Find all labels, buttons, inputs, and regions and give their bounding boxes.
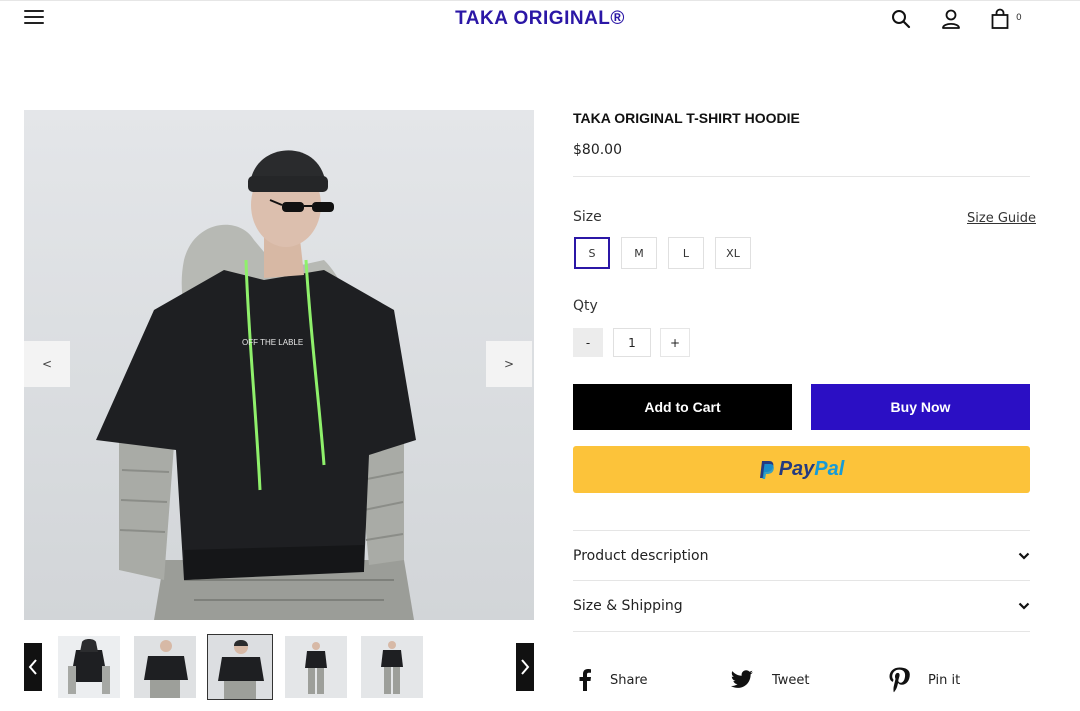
accordion-label: Product description	[573, 548, 709, 564]
share-facebook-link[interactable]: Share	[578, 665, 648, 695]
pinterest-icon	[889, 667, 910, 693]
size-option-xl[interactable]: XL	[715, 237, 751, 269]
paypal-pal-text: Pal	[814, 458, 845, 480]
thumbnail-hoodie-back	[58, 636, 120, 698]
thumbnail-2[interactable]	[134, 636, 196, 698]
main-product-image[interactable]: OFF THE LABLE < >	[24, 110, 534, 620]
facebook-icon	[579, 669, 591, 691]
chevron-right-icon: >	[503, 357, 515, 371]
minus-icon: -	[585, 335, 591, 350]
size-guide-link[interactable]: Size Guide	[967, 211, 1036, 226]
accordion-label: Size & Shipping	[573, 598, 683, 614]
qty-decrease-button[interactable]: -	[573, 328, 603, 357]
chevron-left-icon: <	[41, 357, 53, 371]
size-option-m[interactable]: M	[621, 237, 657, 269]
size-label: Size	[573, 209, 602, 225]
thumbnail-full-body-side	[361, 636, 423, 698]
size-option-label: M	[634, 246, 644, 260]
chevron-left-icon	[28, 659, 37, 675]
site-header: TAKA ORIGINAL® 0	[0, 0, 1080, 40]
search-icon[interactable]	[890, 8, 912, 30]
gallery-next-button[interactable]: >	[486, 341, 532, 387]
thumbnail-1[interactable]	[58, 636, 120, 698]
price-divider	[573, 176, 1030, 177]
thumbnails-next-button[interactable]	[516, 643, 534, 691]
chevron-right-icon	[521, 659, 530, 675]
plus-icon: +	[669, 335, 681, 350]
brand-logo: TAKA ORIGINAL®	[0, 8, 1080, 30]
size-option-l[interactable]: L	[668, 237, 704, 269]
size-option-label: XL	[726, 246, 740, 260]
size-option-label: L	[682, 246, 690, 260]
paypal-button[interactable]: PayPal	[573, 446, 1030, 493]
product-title: TAKA ORIGINAL T-SHIRT HOODIE	[573, 110, 800, 126]
brand-link[interactable]: TAKA ORIGINAL®	[455, 8, 625, 29]
accordion-size-shipping[interactable]: Size & Shipping	[573, 581, 1030, 631]
share-twitter-label: Tweet	[772, 672, 810, 688]
thumbnail-3[interactable]	[207, 634, 273, 700]
paypal-logo-icon	[759, 460, 774, 479]
add-to-cart-button[interactable]: Add to Cart	[573, 384, 792, 430]
share-pinterest-link[interactable]: Pin it	[888, 665, 960, 695]
cart-count-badge: 0	[1016, 13, 1022, 23]
qty-label: Qty	[573, 298, 598, 314]
thumbnail-model-current	[208, 635, 272, 699]
thumbnails-prev-button[interactable]	[24, 643, 42, 691]
thumbnail-full-body	[285, 636, 347, 698]
shopping-bag-icon[interactable]	[989, 8, 1011, 30]
accordion-bottom-divider	[573, 631, 1030, 632]
thumbnail-model-front	[134, 636, 196, 698]
share-pinterest-label: Pin it	[928, 672, 961, 688]
gallery-prev-button[interactable]: <	[24, 341, 70, 387]
chevron-down-icon	[1018, 602, 1030, 610]
qty-input[interactable]	[613, 328, 651, 357]
share-twitter-link[interactable]: Tweet	[730, 665, 810, 695]
buy-now-button[interactable]: Buy Now	[811, 384, 1030, 430]
chevron-down-icon	[1018, 552, 1030, 560]
chest-print-text: OFF THE LABLE	[242, 338, 303, 347]
header-top-border	[0, 0, 1080, 1]
share-facebook-label: Share	[610, 672, 648, 688]
product-price: $80.00	[573, 142, 622, 158]
paypal-pay-text: Pay	[778, 458, 815, 480]
thumbnail-5[interactable]	[361, 636, 423, 698]
size-option-label: S	[588, 246, 596, 260]
thumbnail-4[interactable]	[285, 636, 347, 698]
accordion-product-description[interactable]: Product description	[573, 531, 1030, 581]
twitter-icon	[730, 670, 753, 688]
user-icon[interactable]	[940, 8, 962, 30]
size-option-s[interactable]: S	[574, 237, 610, 269]
qty-increase-button[interactable]: +	[660, 328, 690, 357]
hoodie-model-photo: OFF THE LABLE	[96, 150, 416, 620]
